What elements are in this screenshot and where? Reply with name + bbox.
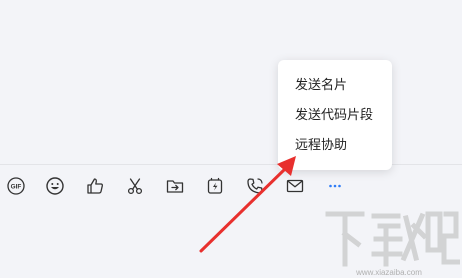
- menu-item-send-code-snippet[interactable]: 发送代码片段: [278, 101, 392, 129]
- emoji-button[interactable]: [41, 172, 69, 200]
- menu-item-send-card[interactable]: 发送名片: [278, 71, 392, 99]
- voice-call-button[interactable]: [241, 172, 269, 200]
- more-icon: [329, 184, 341, 188]
- menu-item-remote-assistance[interactable]: 远程协助: [278, 131, 392, 159]
- screenshot-button[interactable]: [121, 172, 149, 200]
- thumbs-up-icon: [87, 178, 103, 194]
- like-button[interactable]: [81, 172, 109, 200]
- mail-button[interactable]: [281, 172, 309, 200]
- send-file-button[interactable]: [161, 172, 189, 200]
- chat-toolbar: GIF: [0, 172, 360, 200]
- flash-transfer-button[interactable]: [201, 172, 229, 200]
- chat-history-area: [0, 0, 462, 164]
- flash-icon: [207, 177, 223, 194]
- svg-text:GIF: GIF: [11, 184, 22, 191]
- watermark-logo: www.xiazaiba.com: [325, 211, 460, 277]
- mail-icon: [286, 179, 304, 193]
- more-button[interactable]: [321, 172, 349, 200]
- emoji-icon: [46, 177, 64, 195]
- gif-button[interactable]: GIF: [2, 172, 30, 200]
- gif-icon: GIF: [7, 177, 25, 195]
- phone-icon: [247, 178, 263, 194]
- scissors-icon: [127, 178, 143, 195]
- folder-send-icon: [166, 180, 184, 193]
- more-options-menu: 发送名片 发送代码片段 远程协助: [278, 60, 392, 170]
- watermark-domain: www.xiazaiba.com: [355, 268, 422, 277]
